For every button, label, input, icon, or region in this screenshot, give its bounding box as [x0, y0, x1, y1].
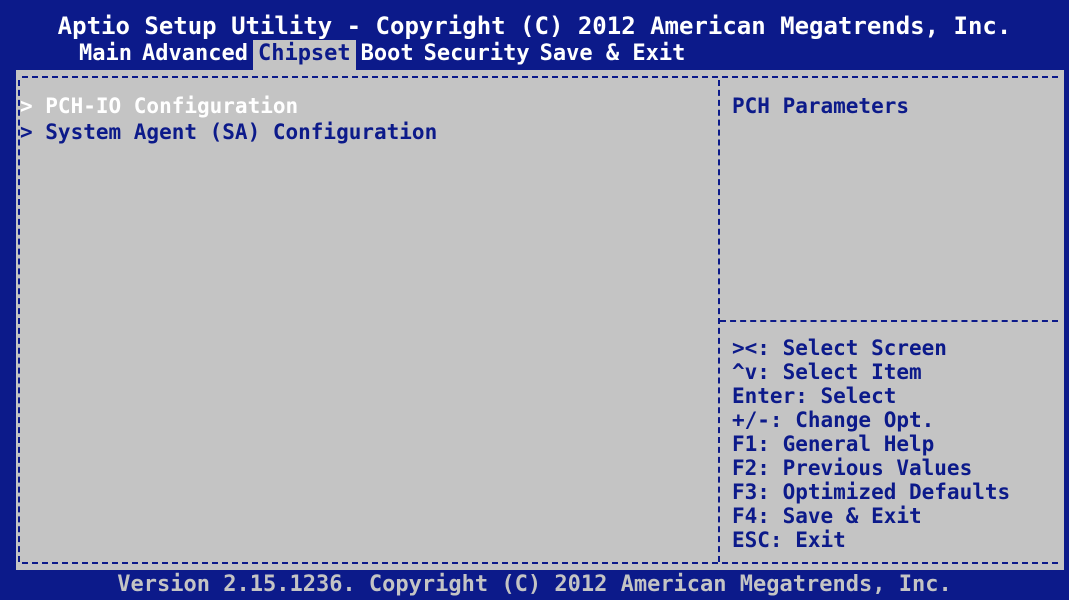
tab-save-exit[interactable]: Save & Exit	[535, 40, 691, 70]
help-divider	[720, 320, 1058, 322]
window-title: Aptio Setup Utility - Copyright (C) 2012…	[57, 12, 1012, 40]
main-panel: > PCH-IO Configuration > System Agent (S…	[16, 70, 1064, 570]
key-f2: F2: Previous Values	[732, 456, 973, 480]
column-divider	[718, 80, 720, 562]
tab-advanced[interactable]: Advanced	[137, 40, 253, 70]
key-f3: F3: Optimized Defaults	[732, 480, 1011, 504]
key-change-opt: +/-: Change Opt.	[732, 408, 935, 432]
key-f1: F1: General Help	[732, 432, 935, 456]
bottom-border	[22, 562, 1058, 564]
tab-chipset[interactable]: Chipset	[252, 40, 356, 70]
key-help-list: ><: Select Screen ^v: Select Item Enter:…	[732, 336, 1010, 552]
key-esc: ESC: Exit	[732, 528, 846, 552]
tab-boot[interactable]: Boot	[356, 40, 419, 70]
bios-screen: Aptio Setup Utility - Copyright (C) 2012…	[0, 0, 1069, 600]
key-f4: F4: Save & Exit	[732, 504, 922, 528]
footer-version: Version 2.15.1236. Copyright (C) 2012 Am…	[117, 572, 952, 597]
tab-main[interactable]: Main	[74, 40, 137, 70]
menu-item-system-agent[interactable]: > System Agent (SA) Configuration	[20, 118, 437, 146]
key-select-screen: ><: Select Screen	[732, 336, 947, 360]
tab-bar: Main Advanced Chipset Boot Security Save…	[74, 40, 690, 70]
top-border	[22, 76, 1058, 78]
tab-security[interactable]: Security	[419, 40, 535, 70]
key-select-item: ^v: Select Item	[732, 360, 922, 384]
key-enter: Enter: Select	[732, 384, 897, 408]
menu-item-pch-io[interactable]: > PCH-IO Configuration	[20, 92, 298, 120]
left-border	[18, 80, 20, 562]
help-title: PCH Parameters	[732, 94, 910, 118]
